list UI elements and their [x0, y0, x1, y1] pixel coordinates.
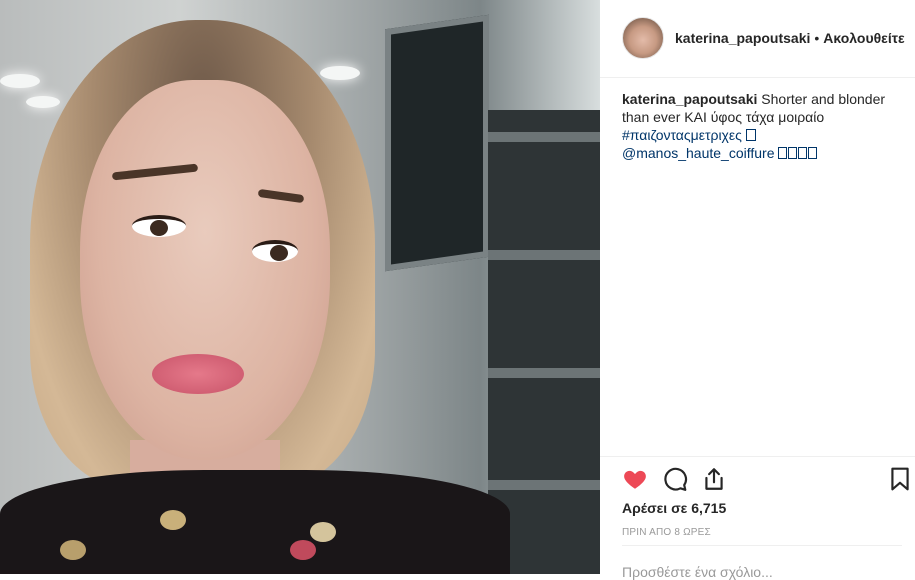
caption: katerina_papoutsaki Shorter and blonder … — [622, 90, 902, 162]
bookmark-icon[interactable] — [887, 466, 913, 492]
left-eye — [132, 215, 186, 237]
caption-username[interactable]: katerina_papoutsaki — [622, 91, 757, 107]
comment-icon[interactable] — [662, 466, 688, 492]
hashtag-link[interactable]: #παιζονταςμετριχες — [622, 126, 902, 144]
comment-input[interactable]: Προσθέστε ένα σχόλιο... — [622, 564, 773, 580]
likes-count[interactable]: Αρέσει σε 6,715 — [622, 500, 726, 516]
following-button[interactable]: Ακολουθείτε — [823, 30, 904, 46]
face — [80, 80, 330, 460]
floral-top — [0, 470, 510, 574]
heart-filled-icon[interactable] — [622, 466, 648, 492]
mirror — [385, 14, 489, 272]
separator-dot: • — [814, 30, 820, 46]
header-line: katerina_papoutsaki • Ακολουθείτε — [675, 30, 905, 46]
lips — [152, 354, 244, 394]
comment-divider — [622, 545, 902, 546]
avatar[interactable] — [622, 17, 664, 59]
post-sidebar: katerina_papoutsaki • Ακολουθείτε katerina… — [600, 0, 915, 580]
post-timestamp[interactable]: ΠΡΙΝ ΑΠΟ 8 ΩΡΕΣ — [622, 527, 711, 538]
mention-link[interactable]: @manos_haute_coiffure — [622, 144, 902, 162]
post-photo[interactable] — [0, 0, 600, 574]
actions-divider — [600, 456, 915, 457]
share-icon[interactable] — [701, 466, 727, 492]
post-header: katerina_papoutsaki • Ακολουθείτε — [600, 0, 915, 78]
username-link[interactable]: katerina_papoutsaki — [675, 30, 810, 46]
right-eye — [252, 240, 298, 262]
